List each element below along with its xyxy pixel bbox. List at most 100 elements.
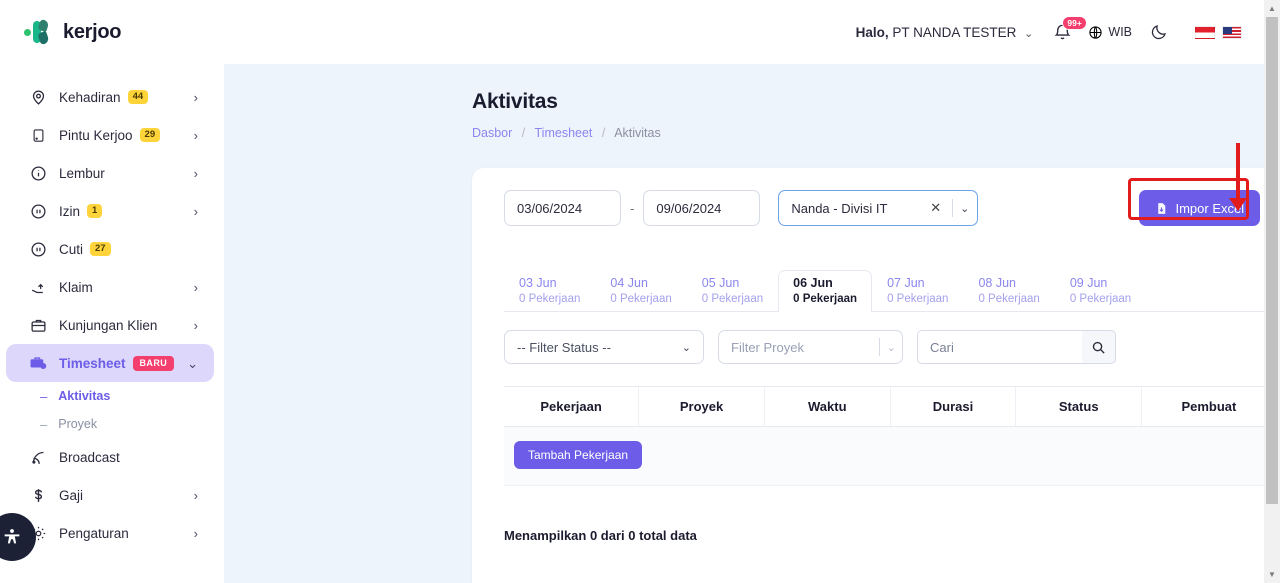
day-tab-07-jun[interactable]: 07 Jun 0 Pekerjaan [872, 270, 963, 312]
sidebar-item-pintu-kerjoo[interactable]: Pintu Kerjoo 29 › [6, 116, 214, 154]
date-end-input[interactable]: 09/06/2024 [643, 190, 761, 226]
sidebar-subitem-label: Aktivitas [58, 389, 111, 403]
table-footer: Menampilkan 0 dari 0 total data « ‹ › » [504, 522, 1280, 548]
chevron-right-icon: › [193, 127, 198, 143]
sidebar-item-klaim[interactable]: Klaim › [6, 268, 214, 306]
day-tab-date: 09 Jun [1069, 276, 1108, 290]
sidebar-item-lembur[interactable]: Lembur › [6, 154, 214, 192]
app-root: kerjoo Kehadiran 44 › Pintu Kerjoo 29 › … [0, 0, 1280, 583]
notification-badge: 99+ [1062, 15, 1087, 30]
table-body-empty: Tambah Pekerjaan [504, 427, 1280, 486]
sidebar-badge: 27 [90, 242, 111, 256]
sidebar-item-label: Cuti [59, 241, 84, 257]
search-input[interactable]: Cari [917, 330, 1082, 364]
breadcrumb-item-aktivitas: Aktivitas [614, 126, 661, 140]
timezone-label: WIB [1108, 25, 1132, 39]
brand-logo[interactable]: kerjoo [0, 0, 224, 64]
chevron-right-icon: › [193, 487, 198, 503]
sidebar-item-label: Izin [59, 203, 81, 219]
employee-select-value: Nanda - Divisi IT [791, 200, 888, 216]
sidebar-item-cuti[interactable]: Cuti 27 [6, 230, 214, 268]
project-filter-select[interactable]: Filter Proyek ⌄ [718, 330, 903, 364]
breadcrumb-item-timesheet[interactable]: Timesheet [535, 126, 593, 140]
sidebar-subitem-aktivitas[interactable]: – Aktivitas [0, 382, 224, 410]
column-header-proyek: Proyek [638, 386, 765, 427]
pause-circle-icon [28, 201, 48, 221]
sidebar-item-label: Kehadiran [59, 89, 121, 105]
scrollbar-down-arrow[interactable]: ▼ [1264, 566, 1280, 583]
table-header-row: Pekerjaan Proyek Waktu Durasi Status Pem… [504, 386, 1280, 427]
status-filter-value: -- Filter Status -- [517, 339, 611, 355]
table-head: Pekerjaan Proyek Waktu Durasi Status Pem… [504, 386, 1280, 427]
sidebar-badge: 29 [139, 128, 161, 142]
day-tab-date: 08 Jun [978, 276, 1016, 290]
sidebar-item-kunjungan-klien[interactable]: Kunjungan Klien › [6, 306, 214, 344]
breadcrumb-item-dasbor[interactable]: Dasbor [472, 126, 512, 140]
add-job-button[interactable]: Tambah Pekerjaan [514, 441, 643, 469]
chevron-down-icon: ⌄ [681, 341, 691, 354]
sidebar-item-kehadiran[interactable]: Kehadiran 44 › [6, 78, 214, 116]
day-tab-05-jun[interactable]: 05 Jun 0 Pekerjaan [687, 270, 778, 312]
brand-name: kerjoo [63, 20, 122, 43]
day-tab-count: 0 Pekerjaan [701, 293, 764, 305]
flag-usa-icon[interactable] [1222, 25, 1242, 39]
sidebar-badge: 1 [87, 204, 103, 218]
status-filter-select[interactable]: -- Filter Status -- ⌄ [504, 330, 704, 364]
sidebar-nav: Kehadiran 44 › Pintu Kerjoo 29 › Lembur … [0, 64, 224, 552]
main-area: Halo, PT NANDA TESTER ⌄ 99+ WIB Aktivita… [224, 0, 1280, 583]
results-summary: Menampilkan 0 dari 0 total data [504, 527, 697, 543]
excel-actions: Impor Excel Ekspor Excel [1128, 178, 1280, 226]
chevron-right-icon: › [193, 89, 198, 105]
sidebar-badge-baru: BARU [132, 355, 175, 371]
page-scrollbar[interactable]: ▲ ▼ [1264, 0, 1280, 583]
day-tab-date: 04 Jun [610, 276, 648, 290]
column-header-waktu: Waktu [763, 386, 891, 427]
notifications-button[interactable]: 99+ [1053, 15, 1087, 42]
breadcrumb: Dasbor / Timesheet / Aktivitas [472, 126, 1242, 140]
globe-icon [1089, 25, 1103, 39]
kerjoo-logo-icon [24, 18, 54, 46]
day-tab-date: 06 Jun [793, 276, 833, 290]
sidebar-item-izin[interactable]: Izin 1 › [6, 192, 214, 230]
sidebar-item-timesheet[interactable]: Timesheet BARU ⌄ [6, 344, 214, 382]
greeting-prefix: Halo, [855, 24, 889, 40]
flag-indonesia-icon[interactable] [1195, 25, 1215, 39]
sidebar-item-broadcast[interactable]: Broadcast [6, 438, 214, 476]
day-tab-08-jun[interactable]: 08 Jun 0 Pekerjaan [963, 270, 1054, 312]
search-placeholder: Cari [930, 339, 954, 355]
info-circle-icon [28, 163, 48, 183]
day-tab-03-jun[interactable]: 03 Jun 0 Pekerjaan [504, 270, 595, 312]
import-excel-button[interactable]: Impor Excel [1139, 190, 1261, 226]
sidebar-item-label: Pengaturan [59, 525, 129, 541]
scrollbar-up-arrow[interactable]: ▲ [1264, 0, 1280, 17]
scrollbar-thumb[interactable] [1266, 17, 1278, 504]
date-start-input[interactable]: 03/06/2024 [504, 190, 621, 226]
broadcast-icon [28, 447, 48, 467]
employee-select[interactable]: Nanda - Divisi IT ✕ ⌄ [778, 190, 979, 226]
page-title: Aktivitas [472, 90, 558, 113]
sidebar-item-label: Lembur [59, 165, 105, 181]
day-tab-09-jun[interactable]: 09 Jun 0 Pekerjaan [1055, 270, 1146, 312]
day-tab-04-jun[interactable]: 04 Jun 0 Pekerjaan [595, 270, 686, 312]
chevron-right-icon: › [193, 165, 198, 181]
chevron-right-icon: › [193, 203, 198, 219]
day-tab-count: 0 Pekerjaan [519, 293, 581, 305]
sidebar-subitem-proyek[interactable]: – Proyek [0, 410, 224, 438]
dark-mode-toggle[interactable] [1150, 23, 1168, 41]
search-icon [1092, 341, 1105, 354]
file-import-icon [1158, 202, 1166, 214]
user-greeting[interactable]: Halo, PT NANDA TESTER ⌄ [856, 25, 1034, 40]
activity-card: 03/06/2024 - 09/06/2024 Nanda - Divisi I… [472, 168, 1280, 583]
day-tab-06-jun[interactable]: 06 Jun 0 Pekerjaan [778, 270, 873, 312]
chevron-right-icon: › [193, 279, 198, 295]
timezone-selector[interactable]: WIB [1088, 25, 1132, 40]
timesheet-icon [28, 353, 48, 373]
day-tab-date: 05 Jun [701, 276, 740, 290]
sidebar-item-label: Klaim [59, 279, 93, 295]
day-tab-count: 0 Pekerjaan [1069, 293, 1132, 305]
search-button[interactable] [1082, 330, 1116, 364]
dollar-icon [28, 485, 48, 505]
clear-icon[interactable]: ✕ [930, 200, 941, 216]
sidebar-item-pengaturan[interactable]: Pengaturan › [6, 514, 214, 552]
sidebar-item-gaji[interactable]: Gaji › [6, 476, 214, 514]
